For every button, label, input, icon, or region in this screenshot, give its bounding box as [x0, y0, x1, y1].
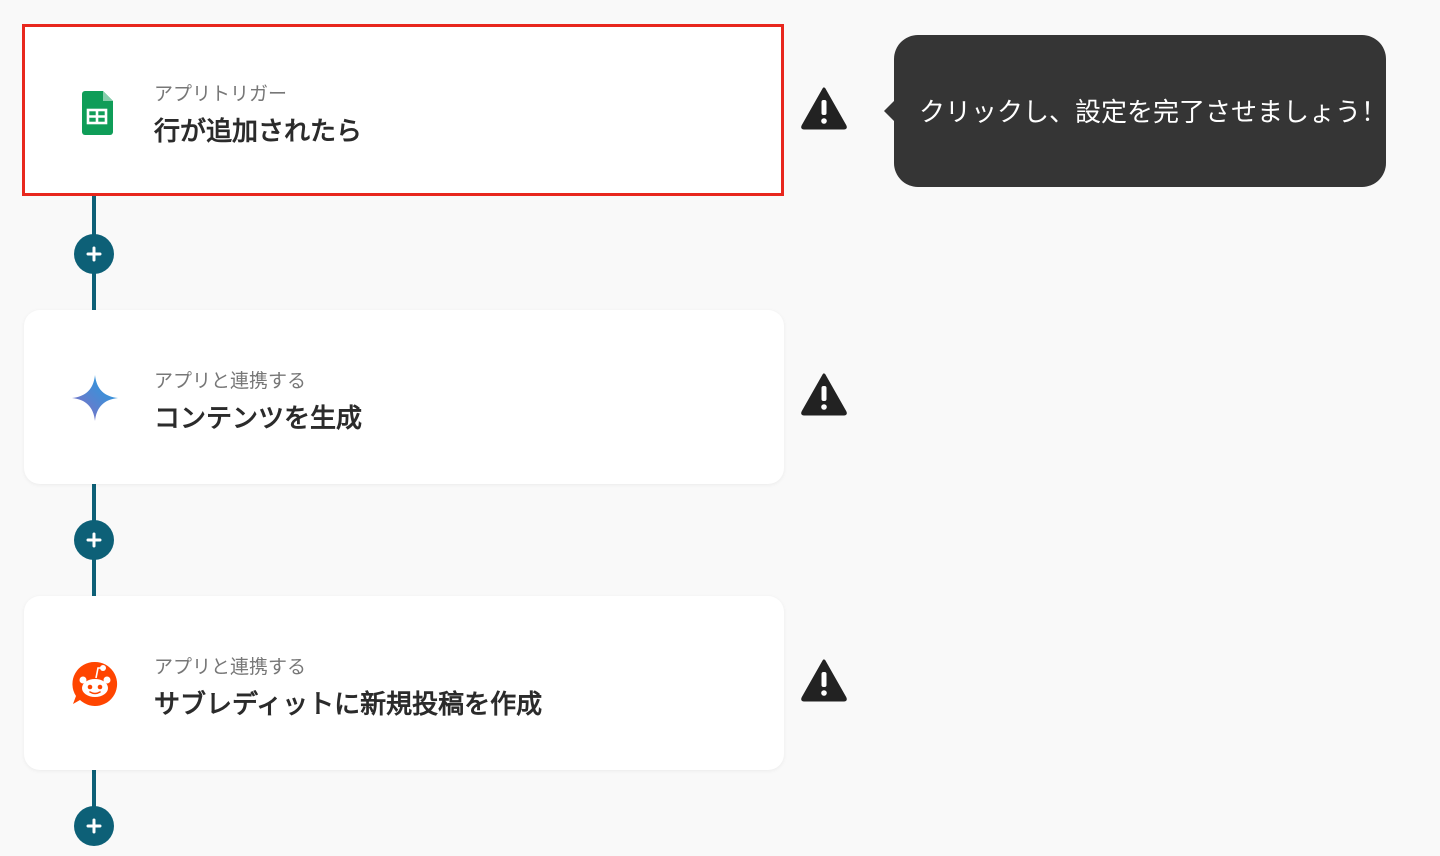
tooltip-text: クリックし、設定を完了させましょう！: [919, 98, 1388, 128]
flow-step-card-gemini[interactable]: アプリと連携する コンテンツを生成: [24, 310, 784, 484]
step-type-label: アプリと連携する: [154, 656, 307, 678]
warning-icon[interactable]: [800, 372, 848, 416]
warning-icon[interactable]: [800, 86, 848, 130]
google-sheets-icon: [72, 87, 122, 137]
step-type-label: アプリと連携する: [154, 370, 307, 392]
plus-icon: [86, 818, 102, 834]
reddit-icon: [70, 659, 120, 709]
flow-step-card-reddit[interactable]: アプリと連携する サブレディットに新規投稿を作成: [24, 596, 784, 770]
add-step-button[interactable]: [74, 806, 114, 846]
step-title: サブレディットに新規投稿を作成: [154, 690, 543, 720]
flow-step-card-trigger[interactable]: アプリトリガー 行が追加されたら: [22, 24, 784, 196]
warning-icon[interactable]: [800, 658, 848, 702]
tooltip-arrow: [884, 101, 894, 121]
plus-icon: [86, 246, 102, 262]
gemini-icon: [70, 373, 120, 423]
setup-tooltip: クリックし、設定を完了させましょう！: [884, 35, 1388, 187]
add-step-button[interactable]: [74, 520, 114, 560]
workflow-canvas: アプリトリガー 行が追加されたら アプリと連携する コンテンツを生成 アプリと連…: [0, 0, 1440, 856]
plus-icon: [86, 532, 102, 548]
add-step-button[interactable]: [74, 234, 114, 274]
step-title: 行が追加されたら: [154, 117, 363, 147]
step-type-label: アプリトリガー: [154, 83, 288, 105]
step-title: コンテンツを生成: [154, 404, 363, 434]
